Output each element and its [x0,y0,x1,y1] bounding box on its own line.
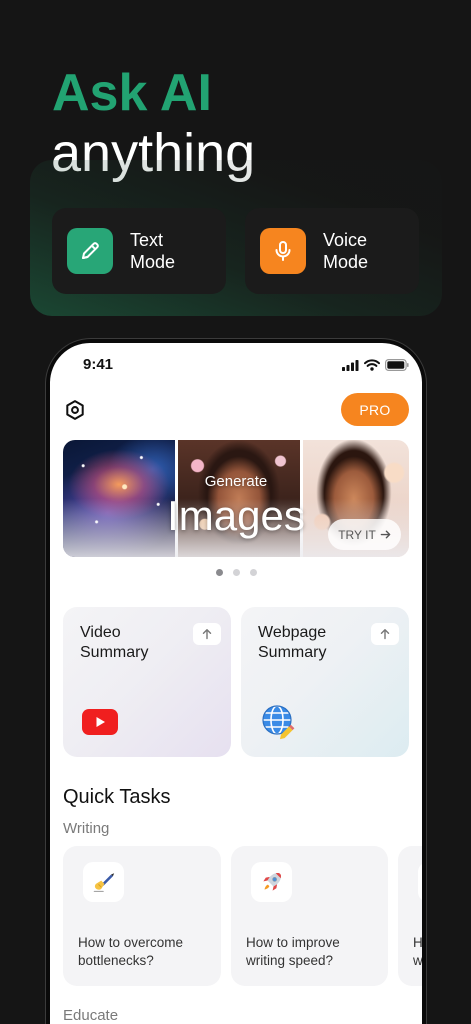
pencil-icon [67,228,113,274]
try-it-button[interactable]: TRY IT [328,519,401,550]
settings-button[interactable] [63,398,87,422]
video-summary-card[interactable]: Video Summary [63,607,231,757]
microphone-icon [260,228,306,274]
carousel-dot[interactable] [216,569,223,576]
section-educate-label: Educate [63,1007,119,1024]
task-icon [418,862,422,902]
battery-icon [385,359,409,371]
webpage-summary-card[interactable]: Webpage Summary [241,607,409,757]
quick-tasks-title: Quick Tasks [63,786,171,808]
carousel-dot[interactable] [233,569,240,576]
carousel-dot[interactable] [250,569,257,576]
voice-mode-label: Voice Mode [323,230,369,272]
writing-task-list: How to overcome bottlenecks? How to impr… [63,846,422,986]
text-mode-card[interactable]: Text Mode [52,208,226,294]
task-text: How to overcome bottlenecks? [78,935,184,968]
writing-hand-icon [83,862,124,902]
try-it-label: TRY IT [338,527,376,542]
task-card[interactable]: How to overcome bottlenecks? [63,846,221,986]
banner-subtitle: Generate [204,473,268,490]
section-writing-label: Writing [63,820,110,837]
headline-accent: Ask AI [52,64,212,122]
carousel-dots [216,569,257,576]
arrow-up-icon [380,629,390,640]
rocket-icon [251,862,292,902]
wifi-icon [364,359,380,371]
youtube-icon [82,709,118,735]
phone-screen: 9:41 PRO Generate Images TRY IT Video Su… [50,343,422,1024]
status-time: 9:41 [83,356,114,373]
status-icons [342,358,409,372]
task-text: H w [413,935,422,968]
globe-icon [262,705,295,740]
video-summary-title: Video Summary [80,624,149,661]
task-text: How to improve writing speed? [246,935,340,968]
generate-images-banner[interactable]: Generate Images TRY IT [63,440,409,557]
arrow-up-icon [202,629,212,640]
voice-mode-card[interactable]: Voice Mode [245,208,419,294]
cellular-signal-icon [342,359,359,371]
arrow-right-icon [380,530,391,539]
task-card[interactable]: How to improve writing speed? [231,846,388,986]
pro-button[interactable]: PRO [341,393,409,426]
phone-frame: 9:41 PRO Generate Images TRY IT Video Su… [45,338,427,1024]
task-card[interactable]: H w [398,846,422,986]
text-mode-label: Text Mode [130,230,176,272]
settings-hexagon-icon [66,400,84,420]
webpage-summary-open-button[interactable] [371,623,399,645]
webpage-summary-title: Webpage Summary [258,624,327,661]
video-summary-open-button[interactable] [193,623,221,645]
